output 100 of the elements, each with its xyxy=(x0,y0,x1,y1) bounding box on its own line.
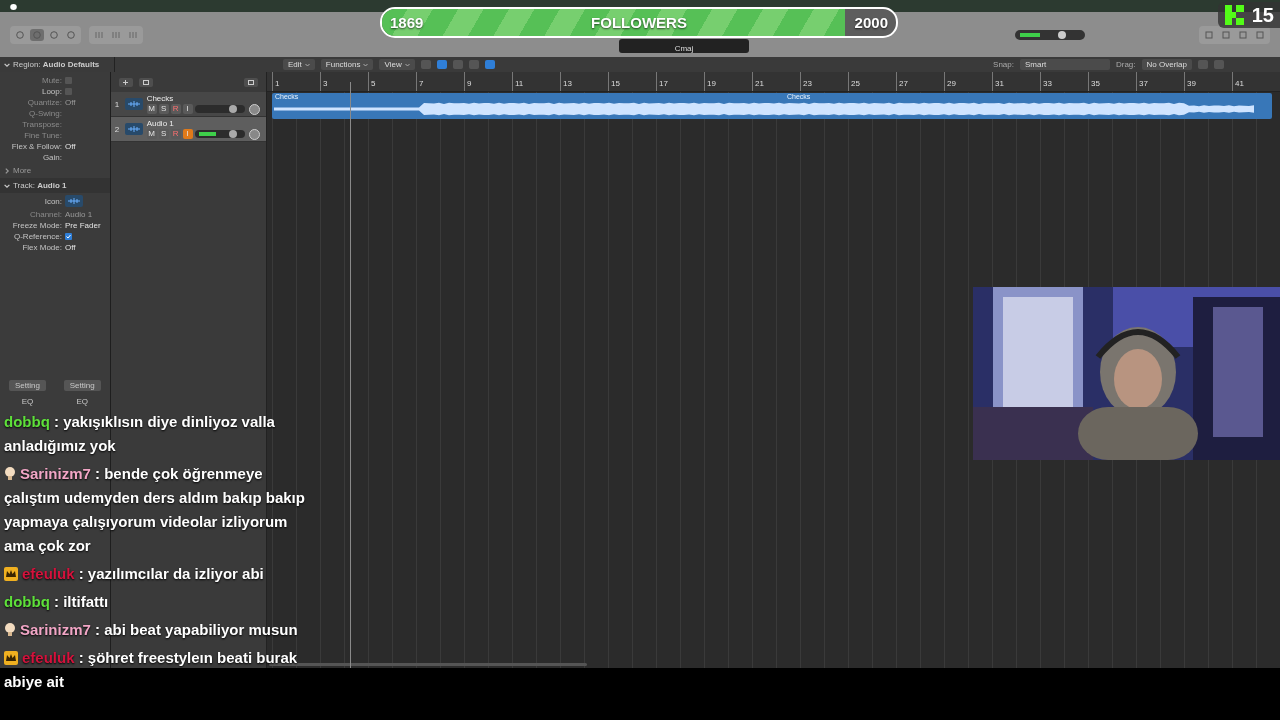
bar-number: 11 xyxy=(514,79,524,88)
chevron-icon[interactable] xyxy=(4,61,10,68)
catch-icon[interactable] xyxy=(484,60,495,69)
plus-icon xyxy=(123,79,129,85)
apple-icon[interactable] xyxy=(10,2,17,10)
bar-number: 17 xyxy=(658,79,668,88)
bar-number: 13 xyxy=(562,79,572,88)
drag-select[interactable]: No Overlap xyxy=(1141,59,1192,70)
bar-number: 41 xyxy=(1234,79,1244,88)
list-view-icon[interactable] xyxy=(436,60,447,69)
toolbar-icon[interactable] xyxy=(13,28,27,41)
crown-icon xyxy=(4,651,18,665)
volume-fader[interactable] xyxy=(194,130,245,138)
field-label: Q-Reference: xyxy=(12,232,62,241)
toolbar-icon[interactable] xyxy=(1253,28,1267,41)
field-label: Fine Tune: xyxy=(23,131,62,140)
waveform-icon[interactable] xyxy=(124,123,143,135)
solo-button[interactable]: S xyxy=(158,104,169,114)
chat-message: Sarinizm7 : bende çok öğrenmeye çalıştım udemyden ders aldım bakıp bakıp yapmaya çalışıyorum videolar izliyorum ama çok zor xyxy=(4,464,306,556)
folder-icon xyxy=(142,79,149,85)
bar-number: 23 xyxy=(802,79,812,88)
waveform-icon[interactable] xyxy=(124,98,143,110)
toolbar-icon[interactable] xyxy=(1236,28,1250,41)
menu-button[interactable]: Functions xyxy=(320,59,374,70)
section-header[interactable]: Region: Audio Defaults xyxy=(13,60,100,69)
grid-view-icon[interactable] xyxy=(420,60,431,69)
field-label: Transpose: xyxy=(21,120,62,129)
drag-label: Drag: xyxy=(1115,60,1136,69)
caret-icon xyxy=(304,62,310,67)
bar-number: 31 xyxy=(994,79,1004,88)
field-label: Mute: xyxy=(41,76,62,85)
toolbar-icon[interactable] xyxy=(47,28,61,41)
bar-number: 21 xyxy=(754,79,764,88)
menu-button[interactable]: View xyxy=(379,59,415,70)
track-number: 1 xyxy=(114,99,121,109)
goal-target: 2000 xyxy=(854,14,888,31)
tool-icon[interactable] xyxy=(452,60,463,69)
menu-button[interactable]: Edit xyxy=(283,59,315,70)
tool-icon[interactable] xyxy=(468,60,479,69)
toolbar-button[interactable] xyxy=(244,77,258,87)
bar-number: 35 xyxy=(1090,79,1100,88)
track-number: 2 xyxy=(114,124,121,134)
bar-number: 27 xyxy=(898,79,908,88)
track-header[interactable]: 2 Audio 1 M S R I xyxy=(110,117,266,142)
track-header[interactable]: 1 Checks M S R I xyxy=(110,92,266,117)
field-value[interactable]: Pre Fader xyxy=(65,221,101,230)
field-value[interactable]: Off xyxy=(65,142,76,151)
volume-slider[interactable] xyxy=(1015,29,1085,40)
field-label: Loop: xyxy=(40,87,62,96)
eq-slot[interactable]: EQ xyxy=(76,397,88,406)
volume-fader[interactable] xyxy=(194,105,245,113)
chat-message: dobbq : iltifattı xyxy=(4,592,110,612)
bar-number: 9 xyxy=(466,79,472,88)
bar-number: 3 xyxy=(322,79,328,88)
snap-label: Snap: xyxy=(993,60,1014,69)
crown-icon xyxy=(4,567,18,581)
eq-slot[interactable]: EQ xyxy=(21,397,34,406)
input-monitor-button[interactable]: I xyxy=(182,104,193,114)
bar-number: 29 xyxy=(946,79,956,88)
chevron-icon[interactable] xyxy=(4,167,10,174)
setting-button[interactable]: Setting xyxy=(8,380,46,391)
viewer-count: 15 xyxy=(1251,3,1274,27)
bar-number: 39 xyxy=(1186,79,1196,88)
mute-button[interactable]: M xyxy=(146,129,157,139)
pan-knob[interactable] xyxy=(248,103,260,115)
setting-button[interactable]: Setting xyxy=(63,380,101,391)
folder-button[interactable] xyxy=(138,77,153,87)
fader-thumb[interactable] xyxy=(228,130,237,138)
chat-message: efeuluk : yazılımcılar da izliyor abi xyxy=(4,562,306,586)
checkbox[interactable] xyxy=(65,233,72,240)
toolbar-icon[interactable] xyxy=(1219,28,1233,41)
more-toggle[interactable]: More xyxy=(13,166,32,175)
checkbox[interactable] xyxy=(65,88,72,95)
logo-icon xyxy=(1223,4,1246,26)
goal-title: FOLLOWERS xyxy=(591,14,687,31)
mute-button[interactable]: M xyxy=(146,104,157,114)
toolbar-icon[interactable] xyxy=(1202,28,1216,41)
bar-number: 5 xyxy=(370,79,376,88)
caret-icon xyxy=(363,62,369,67)
slider-thumb[interactable] xyxy=(1058,30,1067,39)
add-track-button[interactable] xyxy=(118,77,133,87)
field-value[interactable]: Off xyxy=(65,243,76,252)
snap-select[interactable]: Smart xyxy=(1019,59,1110,70)
bar-number: 19 xyxy=(706,79,716,88)
toolbar-icon[interactable] xyxy=(30,28,44,41)
track-name[interactable]: Audio 1 xyxy=(146,118,260,128)
solo-button[interactable]: S xyxy=(158,129,169,139)
fader-thumb[interactable] xyxy=(228,105,237,113)
field-label: Channel: xyxy=(28,210,62,219)
bar-number: 15 xyxy=(610,79,620,88)
pan-knob[interactable] xyxy=(248,128,260,140)
bar-number: 37 xyxy=(1138,79,1148,88)
chat-message: dobbq : yakışıklısın diye dinliyoz valla anladığımız yok xyxy=(4,412,276,456)
toolbar-icon[interactable] xyxy=(64,28,78,41)
track-name[interactable]: Checks xyxy=(146,93,260,103)
waveform-icon[interactable] xyxy=(65,195,83,207)
field-label: Freeze Mode: xyxy=(11,221,62,230)
bar-number: 25 xyxy=(850,79,860,88)
chat-message: efeuluk : şöhret freestyleın beati burak abiye ait xyxy=(4,648,299,692)
chevron-icon[interactable] xyxy=(4,182,10,189)
